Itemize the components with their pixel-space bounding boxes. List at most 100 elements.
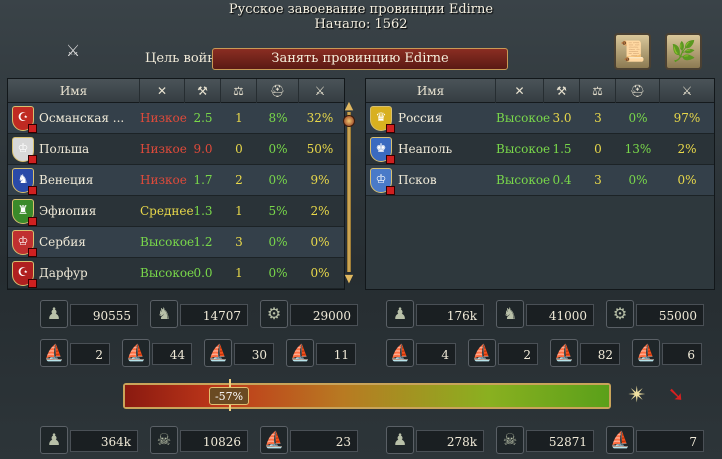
flag-marker-icon [28, 217, 37, 226]
country-name: Россия [398, 111, 443, 125]
country-flag-icon[interactable]: ♞ [12, 168, 37, 195]
skull-infantry-icon: ☠ [150, 426, 178, 454]
stability-value: 0 [235, 142, 243, 156]
flag-marker-icon [386, 155, 395, 164]
participation-column-icon[interactable]: ✕ [496, 79, 544, 103]
morale-loss-value: 0% [268, 142, 288, 156]
stability-column-icon[interactable]: ⚖ [580, 79, 616, 103]
red-arrow-down-icon: ➘ [667, 382, 685, 406]
stability-value: 3 [594, 173, 602, 187]
participation-value: Низкое [140, 142, 187, 156]
country-flag-icon[interactable]: ♛ [370, 106, 395, 133]
flag-marker-icon [28, 248, 37, 257]
participation-value: Высокое [496, 142, 551, 156]
transport-icon: ⛵ [632, 339, 660, 367]
war-exhaustion-column-icon[interactable]: ⚒ [185, 79, 221, 103]
scroll-up-icon[interactable]: ▲ [342, 100, 356, 112]
country-flag-icon[interactable]: ♔ [12, 230, 37, 257]
country-name: Сербия [39, 235, 86, 249]
country-name: Дарфур [39, 266, 88, 280]
country-row[interactable]: ☪ Османская ... Низкое 2.5 1 8% 32% [8, 103, 344, 134]
country-flag-icon[interactable]: ♜ [12, 199, 37, 226]
galley-icon: ⛵ [550, 339, 578, 367]
war-title: Русское завоевание провинции Edirne [228, 2, 494, 17]
name-column-header[interactable]: Имя [8, 79, 140, 103]
manpower-loss-value: 0% [677, 173, 697, 187]
scroll-thumb[interactable] [343, 115, 355, 127]
infantry-icon: ♟ [386, 300, 414, 328]
country-flag-icon[interactable]: ☪ [12, 106, 37, 133]
participation-value: Низкое [140, 111, 187, 125]
participation-value: Высокое [496, 173, 551, 187]
morale-loss-value: 0% [628, 173, 648, 187]
participation-value: Высокое [140, 235, 195, 249]
country-row[interactable]: ♞ Венеция Низкое 1.7 2 0% 9% [8, 165, 344, 196]
light-ship-icon: ⛵ [468, 339, 496, 367]
crossed-swords-star-icon: ✴ [627, 383, 647, 408]
country-row[interactable]: ♚ Неаполь Высокое 1.5 0 13% 2% [366, 134, 714, 165]
cannon-icon: ⚙ [606, 300, 634, 328]
country-name: Неаполь [398, 142, 453, 156]
stability-value: 3 [594, 111, 602, 125]
infantry-icon: ♟ [40, 426, 68, 454]
country-row[interactable]: ♔ Псков Высокое 0.4 3 0% 0% [366, 165, 714, 196]
participation-column-icon[interactable]: ✕ [140, 79, 185, 103]
attackers-scrollbar[interactable]: ▲ ▼ [342, 100, 356, 285]
ship-icon: ⛵ [606, 426, 634, 454]
participation-value: Среднее [140, 204, 194, 218]
war-exhaustion-value: 1.5 [552, 142, 572, 156]
morale-loss-value: 0% [268, 266, 288, 280]
cannon-icon: ⚙ [260, 300, 288, 328]
attackers-column-header: Имя ✕ ⚒ ⚖ ⛑ ⚔ [8, 79, 344, 103]
country-flag-icon[interactable]: ♚ [370, 137, 395, 164]
country-flag-icon[interactable]: ♔ [370, 168, 395, 195]
flag-marker-icon [28, 124, 37, 133]
morale-column-icon[interactable]: ⛑ [616, 79, 660, 103]
flag-marker-icon [386, 124, 395, 133]
country-name: Османская ... [39, 111, 125, 125]
manpower-loss-value: 0% [310, 266, 330, 280]
crossed-swords-icon: ⚔ [65, 41, 81, 60]
white-peace-button[interactable]: 🌿 [665, 33, 702, 70]
defenders-column-header: Имя ✕ ⚒ ⚖ ⛑ ⚔ [366, 79, 714, 103]
peace-offer-button[interactable]: 📜 [614, 33, 651, 70]
war-exhaustion-value: 2.5 [193, 111, 213, 125]
manpower-column-icon[interactable]: ⚔ [299, 79, 341, 103]
country-name: Венеция [39, 173, 94, 187]
manpower-loss-value: 50% [306, 142, 334, 156]
manpower-loss-value: 9% [310, 173, 330, 187]
country-flag-icon[interactable]: ♔ [12, 137, 37, 164]
olive-branch-icon: 🌿 [671, 39, 696, 63]
scroll-down-icon[interactable]: ▼ [342, 273, 356, 285]
peace-war-window: Русское завоевание провинции Edirne Нача… [0, 0, 722, 459]
manpower-loss-value: 32% [306, 111, 334, 125]
country-row[interactable]: ♔ Сербия Высокое 1.2 3 0% 0% [8, 227, 344, 258]
name-column-header[interactable]: Имя [366, 79, 496, 103]
country-row[interactable]: ♔ Польша Низкое 9.0 0 0% 50% [8, 134, 344, 165]
stability-column-icon[interactable]: ⚖ [221, 79, 257, 103]
manpower-column-icon[interactable]: ⚔ [660, 79, 714, 103]
morale-loss-value: 8% [268, 111, 288, 125]
country-row[interactable]: ♜ Эфиопия Среднее 1.3 1 5% 2% [8, 196, 344, 227]
attackers-panel: Имя ✕ ⚒ ⚖ ⛑ ⚔ ☪ Османская ... Низкое 2.5 1 8%… [7, 78, 345, 290]
country-flag-icon[interactable]: ☪ [12, 261, 37, 288]
skull-infantry-icon: ☠ [496, 426, 524, 454]
country-name: Эфиопия [39, 204, 97, 218]
wargoal-value[interactable]: Занять провинцию Edirne [212, 48, 508, 70]
stability-value: 0 [594, 142, 602, 156]
morale-column-icon[interactable]: ⛑ [257, 79, 299, 103]
country-row[interactable]: ☪ Дарфур Высокое 0.0 1 0% 0% [8, 258, 344, 289]
flag-marker-icon [28, 186, 37, 195]
war-exhaustion-column-icon[interactable]: ⚒ [544, 79, 580, 103]
participation-value: Высокое [496, 111, 551, 125]
flag-marker-icon [386, 186, 395, 195]
heavy-ship-icon: ⛵ [40, 339, 68, 367]
defenders-panel: Имя ✕ ⚒ ⚖ ⛑ ⚔ ♛ Россия Высокое 3.0 3 0% 97% ♚ Не… [365, 78, 715, 290]
heavy-ship-icon: ⛵ [386, 339, 414, 367]
manpower-loss-value: 97% [673, 111, 701, 125]
scroll-track[interactable] [347, 112, 351, 272]
scroll-document-icon: 📜 [620, 39, 645, 63]
country-row[interactable]: ♛ Россия Высокое 3.0 3 0% 97% [366, 103, 714, 134]
war-start-date: Начало: 1562 [314, 17, 408, 32]
galley-icon: ⛵ [204, 339, 232, 367]
